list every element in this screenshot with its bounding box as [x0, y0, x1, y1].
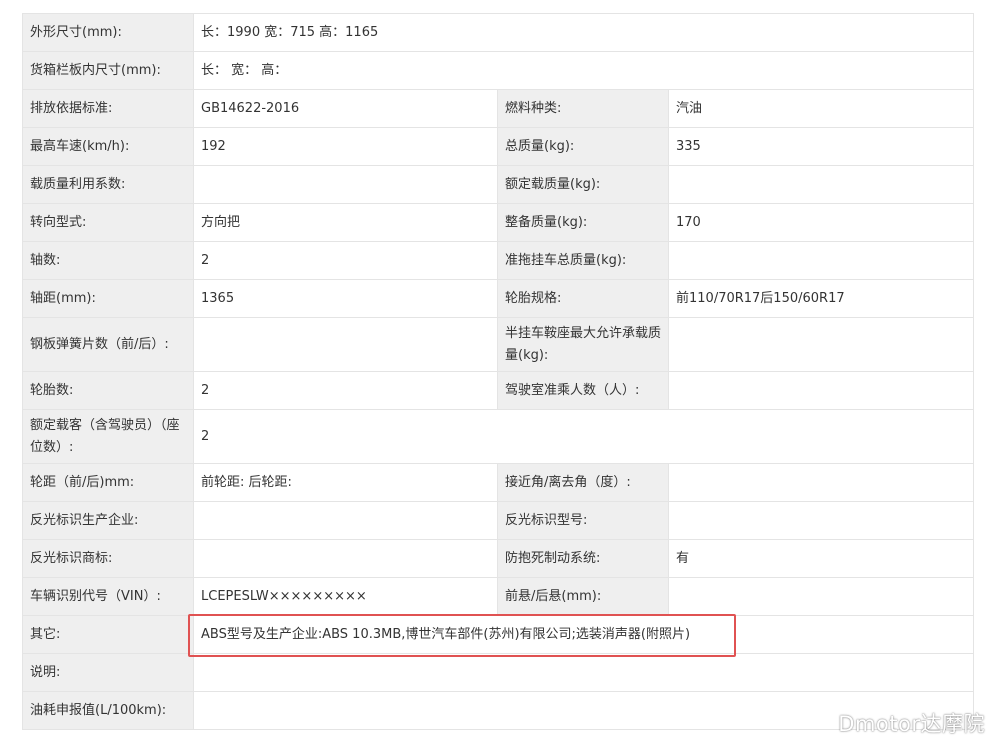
spec-value	[192, 653, 975, 692]
spec-value: GB14622-2016	[193, 89, 498, 128]
spec-value: 2	[193, 241, 498, 280]
spec-value	[667, 463, 975, 502]
spec-row: 货箱栏板内尺寸(mm): 长： 宽： 高：	[22, 51, 975, 90]
spec-label: 整备质量(kg):	[497, 203, 669, 242]
spec-label: 轮胎数:	[22, 371, 194, 410]
spec-value: 前轮距: 后轮距:	[193, 463, 498, 502]
spec-row: 其它: ABS型号及生产企业:ABS 10.3MB,博世汽车部件(苏州)有限公司…	[22, 615, 975, 654]
watermark: Dmotor达摩院	[838, 712, 985, 736]
spec-row: 载质量利用系数: 额定载质量(kg):	[22, 165, 975, 204]
spec-label: 防抱死制动系统:	[497, 539, 669, 578]
spec-value	[667, 577, 975, 616]
spec-row: 额定载客（含驾驶员）（座位数）: 2	[22, 409, 975, 464]
spec-label: 最高车速(km/h):	[22, 127, 194, 166]
spec-label: 接近角/离去角（度）:	[497, 463, 669, 502]
spec-value: 2	[192, 409, 975, 464]
vehicle-spec-table: 外形尺寸(mm): 长：1990 宽：715 高：1165 货箱栏板内尺寸(mm…	[22, 13, 975, 730]
spec-label: 额定载客（含驾驶员）（座位数）:	[22, 409, 194, 464]
spec-row: 轮距（前/后)mm: 前轮距: 后轮距: 接近角/离去角（度）:	[22, 463, 975, 502]
spec-row: 说明:	[22, 653, 975, 692]
spec-label: 反光标识生产企业:	[22, 501, 194, 540]
spec-label: 前悬/后悬(mm):	[497, 577, 669, 616]
spec-row: 转向型式: 方向把 整备质量(kg): 170	[22, 203, 975, 242]
spec-label: 半挂车鞍座最大允许承载质量(kg):	[497, 317, 669, 372]
spec-value: 335	[667, 127, 975, 166]
spec-value: 2	[193, 371, 498, 410]
spec-label: 排放依据标准:	[22, 89, 194, 128]
spec-row: 最高车速(km/h): 192 总质量(kg): 335	[22, 127, 975, 166]
spec-row: 轴数: 2 准拖挂车总质量(kg):	[22, 241, 975, 280]
spec-row: 反光标识商标: 防抱死制动系统: 有	[22, 539, 975, 578]
spec-label: 轮距（前/后)mm:	[22, 463, 194, 502]
spec-label: 油耗申报值(L/100km):	[22, 691, 194, 730]
spec-value	[667, 241, 975, 280]
spec-value	[667, 165, 975, 204]
spec-label: 外形尺寸(mm):	[22, 13, 194, 52]
spec-value: 方向把	[193, 203, 498, 242]
spec-value: 有	[667, 539, 975, 578]
spec-label: 车辆识别代号（VIN）:	[22, 577, 194, 616]
spec-row: 排放依据标准: GB14622-2016 燃料种类: 汽油	[22, 89, 975, 128]
spec-row: 车辆识别代号（VIN）: LCEPESLW××××××××× 前悬/后悬(mm)…	[22, 577, 975, 616]
spec-row: 轮胎数: 2 驾驶室准乘人数（人）:	[22, 371, 975, 410]
spec-value	[667, 317, 975, 372]
spec-label: 轮胎规格:	[497, 279, 669, 318]
spec-row: 轴距(mm): 1365 轮胎规格: 前110/70R17后150/60R17	[22, 279, 975, 318]
spec-value	[193, 501, 498, 540]
spec-label: 准拖挂车总质量(kg):	[497, 241, 669, 280]
spec-value: 192	[193, 127, 498, 166]
spec-label: 总质量(kg):	[497, 127, 669, 166]
spec-value: 170	[667, 203, 975, 242]
spec-label: 反光标识型号:	[497, 501, 669, 540]
spec-label: 说明:	[22, 653, 194, 692]
spec-label: 钢板弹簧片数（前/后）:	[22, 317, 194, 372]
spec-value	[193, 165, 498, 204]
spec-row: 外形尺寸(mm): 长：1990 宽：715 高：1165	[22, 13, 975, 52]
spec-value: LCEPESLW×××××××××	[193, 577, 498, 616]
spec-row: 油耗申报值(L/100km):	[22, 691, 975, 730]
spec-label: 驾驶室准乘人数（人）:	[497, 371, 669, 410]
spec-value	[667, 501, 975, 540]
spec-label: 额定载质量(kg):	[497, 165, 669, 204]
spec-label: 轴距(mm):	[22, 279, 194, 318]
spec-label: 转向型式:	[22, 203, 194, 242]
spec-value: ABS型号及生产企业:ABS 10.3MB,博世汽车部件(苏州)有限公司;选装消…	[192, 615, 975, 654]
spec-label: 轴数:	[22, 241, 194, 280]
spec-label: 燃料种类:	[497, 89, 669, 128]
spec-value	[193, 539, 498, 578]
spec-label: 反光标识商标:	[22, 539, 194, 578]
spec-row: 反光标识生产企业: 反光标识型号:	[22, 501, 975, 540]
spec-value: 长：1990 宽：715 高：1165	[192, 13, 975, 52]
spec-value	[193, 317, 498, 372]
spec-value	[667, 371, 975, 410]
spec-label: 货箱栏板内尺寸(mm):	[22, 51, 194, 90]
spec-value: 长： 宽： 高：	[192, 51, 975, 90]
spec-value: 前110/70R17后150/60R17	[667, 279, 975, 318]
spec-label: 其它:	[22, 615, 194, 654]
spec-label: 载质量利用系数:	[22, 165, 194, 204]
spec-value: 1365	[193, 279, 498, 318]
spec-row: 钢板弹簧片数（前/后）: 半挂车鞍座最大允许承载质量(kg):	[22, 317, 975, 372]
spec-value: 汽油	[667, 89, 975, 128]
